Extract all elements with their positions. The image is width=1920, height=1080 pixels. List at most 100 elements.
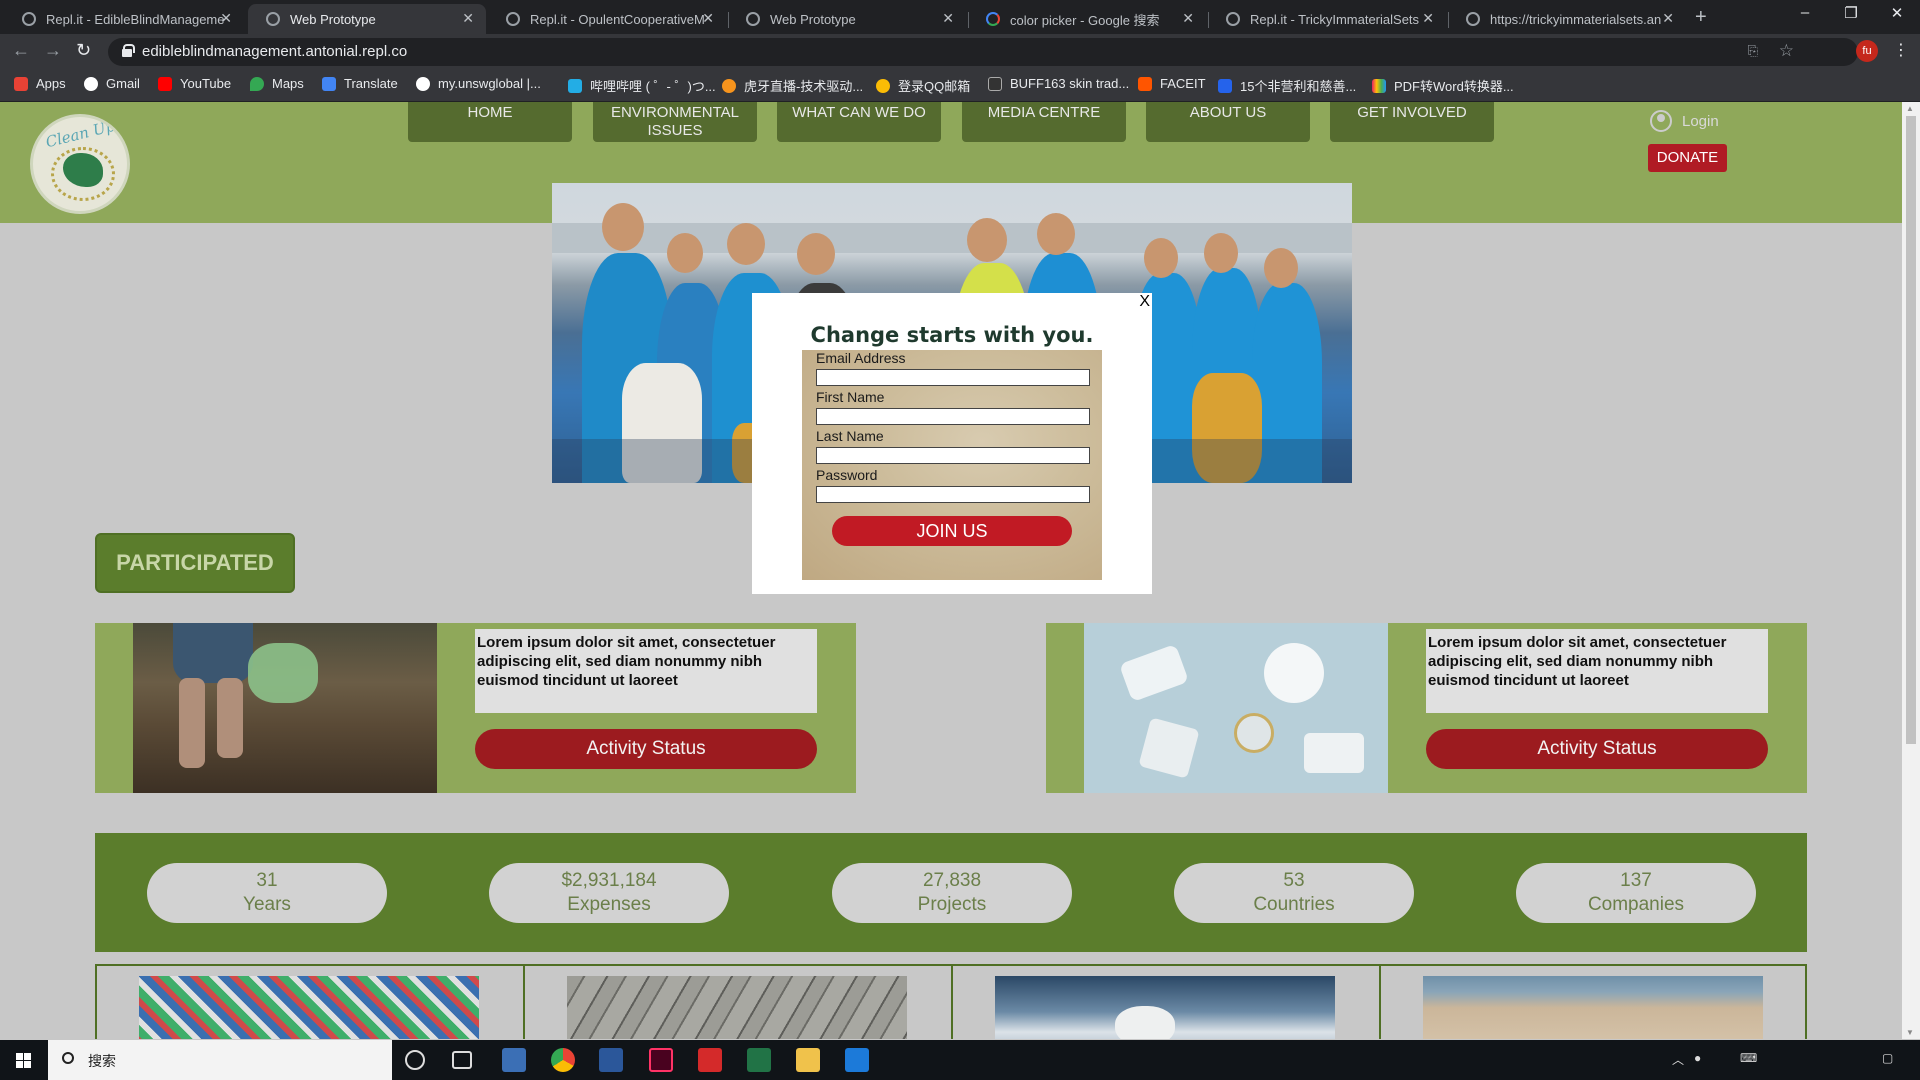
bookmark-buff163[interactable]: BUFF163 skin trad... bbox=[988, 76, 1129, 91]
stat-value: 31 bbox=[256, 870, 278, 891]
nav-get-involved[interactable]: GET INVOLVED bbox=[1330, 102, 1494, 142]
bookmark-label: 虎牙直播-技术驱动... bbox=[744, 79, 864, 94]
browser-tab[interactable]: Repl.it - TrickyImmaterialSets ✕ bbox=[1208, 4, 1446, 34]
browser-tab[interactable]: Web Prototype ✕ bbox=[728, 4, 966, 34]
close-tab-icon[interactable]: ✕ bbox=[1182, 10, 1194, 27]
profile-avatar[interactable]: fu bbox=[1856, 40, 1878, 62]
chrome-icon[interactable] bbox=[551, 1048, 575, 1072]
activity-photo bbox=[133, 623, 437, 793]
stat-label: Countries bbox=[1253, 894, 1335, 915]
bookmark-qqmail[interactable]: 登录QQ邮箱 bbox=[876, 76, 970, 95]
close-tab-icon[interactable]: ✕ bbox=[1422, 10, 1434, 27]
gallery-cell[interactable] bbox=[1381, 966, 1809, 1039]
bookmark-youtube[interactable]: YouTube bbox=[158, 76, 231, 91]
bookmark-nonprofit[interactable]: 15个非营利和慈善... bbox=[1218, 76, 1356, 95]
join-us-button[interactable]: JOIN US bbox=[832, 516, 1072, 546]
site-logo[interactable]: Clean Up bbox=[30, 114, 130, 214]
notification-icon[interactable]: ▢ bbox=[1882, 1051, 1893, 1065]
close-modal-button[interactable]: X bbox=[1139, 293, 1150, 311]
url-text[interactable]: edibleblindmanagement.antonial.repl.co bbox=[142, 43, 407, 60]
file-explorer-icon[interactable] bbox=[796, 1048, 820, 1072]
close-tab-icon[interactable]: ✕ bbox=[942, 10, 954, 27]
bookmark-label: 15个非营利和慈善... bbox=[1240, 79, 1357, 94]
windows-start-icon[interactable] bbox=[16, 1053, 31, 1068]
bo-icon bbox=[1218, 78, 1232, 93]
indesign-icon[interactable] bbox=[649, 1048, 673, 1072]
page-scrollbar[interactable]: ▲ ▼ bbox=[1902, 102, 1920, 1039]
browser-tab[interactable]: Repl.it - OpulentCooperativeM ✕ bbox=[488, 4, 726, 34]
bookmark-maps[interactable]: Maps bbox=[250, 76, 304, 91]
bookmark-gmail[interactable]: Gmail bbox=[84, 76, 140, 91]
login-link[interactable]: Login bbox=[1650, 110, 1719, 132]
browser-tab-active[interactable]: Web Prototype ✕ bbox=[248, 4, 486, 34]
forward-arrow-icon[interactable]: → bbox=[44, 40, 62, 61]
reload-icon[interactable]: ↻ bbox=[76, 40, 91, 61]
word-icon[interactable] bbox=[599, 1048, 623, 1072]
store-icon[interactable] bbox=[502, 1048, 526, 1072]
close-tab-icon[interactable]: ✕ bbox=[462, 10, 474, 27]
nav-environmental-issues[interactable]: ENVIRONMENTAL ISSUES bbox=[593, 102, 757, 142]
close-tab-icon[interactable]: ✕ bbox=[220, 10, 232, 27]
bookmark-label: Apps bbox=[36, 76, 66, 91]
bookmark-label: my.unswglobal |... bbox=[438, 76, 541, 91]
bookmark-pdf-converter[interactable]: PDF转Word转换器... bbox=[1372, 76, 1514, 95]
scrollbar-thumb[interactable] bbox=[1906, 116, 1916, 744]
browser-tab[interactable]: https://trickyimmaterialsets.an ✕ bbox=[1448, 4, 1686, 34]
address-bar[interactable]: edibleblindmanagement.antonial.repl.co ⎘… bbox=[108, 38, 1858, 66]
nav-home[interactable]: HOME bbox=[408, 102, 572, 142]
nav-what-can-we-do[interactable]: WHAT CAN WE DO bbox=[777, 102, 941, 142]
nav-media-centre[interactable]: MEDIA CENTRE bbox=[962, 102, 1126, 142]
bookmark-bilibili[interactable]: 哔哩哔哩 ( ゜- ゜)つ... bbox=[568, 76, 716, 95]
nav-about-us[interactable]: ABOUT US bbox=[1146, 102, 1310, 142]
walker-leg bbox=[217, 678, 243, 758]
scroll-down-arrow-icon[interactable]: ▼ bbox=[1906, 1028, 1914, 1037]
new-tab-button[interactable]: + bbox=[1695, 6, 1707, 29]
tray-chevron-icon[interactable]: ︿ bbox=[1672, 1051, 1684, 1068]
scroll-up-arrow-icon[interactable]: ▲ bbox=[1906, 104, 1914, 113]
stat-years: 31 Years bbox=[147, 863, 387, 923]
bookmark-star-icon[interactable]: ☆ bbox=[1779, 41, 1794, 61]
signup-form: Email Address First Name Last Name Passw… bbox=[802, 350, 1102, 580]
gallery-cell[interactable] bbox=[97, 966, 525, 1039]
browser-tab[interactable]: color picker - Google 搜索 ✕ bbox=[968, 4, 1206, 34]
replit-icon bbox=[1226, 12, 1240, 26]
taskbar-search[interactable]: 搜索 bbox=[48, 1040, 392, 1080]
email-field[interactable] bbox=[816, 369, 1090, 386]
minimize-button[interactable]: – bbox=[1782, 4, 1828, 21]
bookmark-apps[interactable]: Apps bbox=[14, 76, 66, 91]
tray-app-icon[interactable]: ● bbox=[1694, 1051, 1701, 1065]
activity-status-button[interactable]: Activity Status bbox=[475, 729, 817, 769]
close-window-button[interactable]: ✕ bbox=[1874, 4, 1920, 22]
first-name-field[interactable] bbox=[816, 408, 1090, 425]
gallery-cell[interactable] bbox=[525, 966, 953, 1039]
donate-button[interactable]: DONATE bbox=[1648, 144, 1727, 172]
close-tab-icon[interactable]: ✕ bbox=[1662, 10, 1674, 27]
app-icon[interactable] bbox=[845, 1048, 869, 1072]
bookmark-unswglobal[interactable]: my.unswglobal |... bbox=[416, 76, 541, 91]
back-arrow-icon[interactable]: ← bbox=[12, 40, 30, 61]
volunteer-head bbox=[1144, 238, 1178, 278]
keyboard-icon[interactable]: ⌨ bbox=[1740, 1051, 1757, 1065]
bookmark-faceit[interactable]: FACEIT bbox=[1138, 76, 1206, 91]
bookmark-huya[interactable]: 虎牙直播-技术驱动... bbox=[722, 76, 863, 95]
close-tab-icon[interactable]: ✕ bbox=[702, 10, 714, 27]
translate-icon[interactable]: ⎘ bbox=[1748, 43, 1758, 59]
browser-tab[interactable]: Repl.it - EdibleBlindManagement ✕ bbox=[4, 4, 244, 34]
activity-status-button[interactable]: Activity Status bbox=[1426, 729, 1768, 769]
task-view-icon[interactable] bbox=[452, 1051, 472, 1069]
excel-icon[interactable] bbox=[747, 1048, 771, 1072]
windows-taskbar: 搜索 ︿ ● ⌨ ▢ bbox=[0, 1040, 1920, 1080]
password-field[interactable] bbox=[816, 486, 1090, 503]
wps-icon[interactable] bbox=[698, 1048, 722, 1072]
cortana-icon[interactable] bbox=[405, 1050, 425, 1070]
volunteer-head bbox=[727, 223, 765, 265]
restore-button[interactable]: ❐ bbox=[1828, 4, 1874, 22]
stat-label: Years bbox=[243, 894, 291, 915]
last-name-field[interactable] bbox=[816, 447, 1090, 464]
gallery-cell[interactable] bbox=[953, 966, 1381, 1039]
tab-title: https://trickyimmaterialsets.an bbox=[1490, 11, 1662, 27]
browser-menu-icon[interactable]: ⋮ bbox=[1893, 40, 1909, 60]
bookmark-translate[interactable]: Translate bbox=[322, 76, 398, 91]
tab-title: Repl.it - EdibleBlindManagement bbox=[46, 11, 224, 27]
tab-title: Web Prototype bbox=[770, 11, 856, 27]
